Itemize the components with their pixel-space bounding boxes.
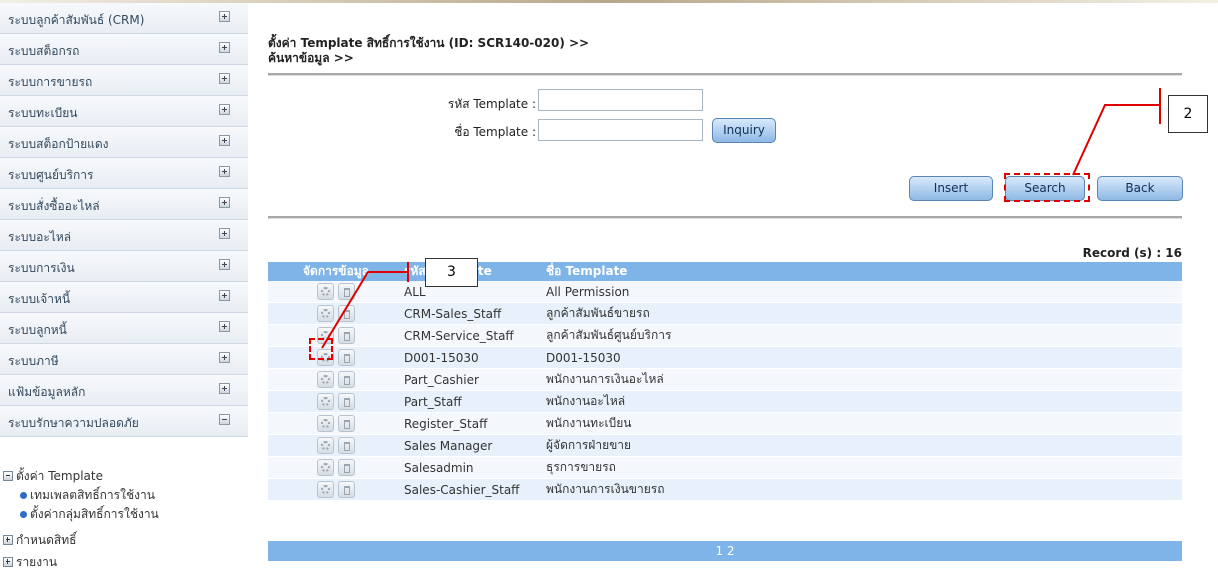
edit-highlight	[309, 338, 333, 360]
search-highlight	[1004, 173, 1090, 202]
callout-3: 3	[425, 258, 478, 287]
annotation-lines	[321, 88, 1161, 349]
callout-2: 2	[1168, 95, 1208, 133]
